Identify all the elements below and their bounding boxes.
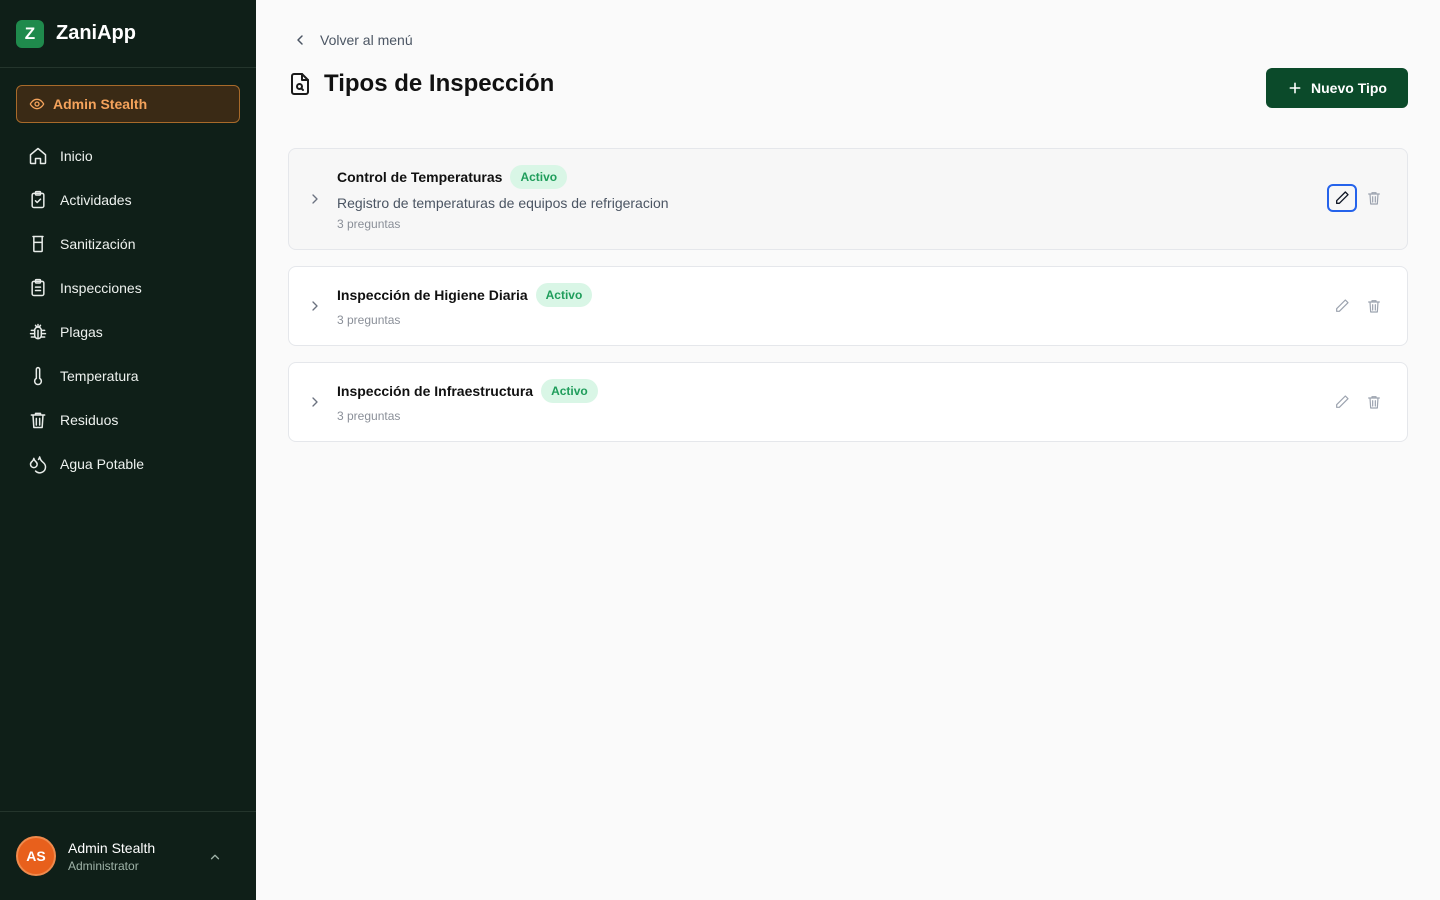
brand[interactable]: Z ZaniApp xyxy=(0,0,256,68)
chevron-right-icon[interactable] xyxy=(307,191,323,207)
sidebar-item-inspecciones[interactable]: Inspecciones xyxy=(16,266,240,310)
chevron-right-icon[interactable] xyxy=(307,298,323,314)
sidebar-item-label: Actividades xyxy=(60,192,132,208)
edit-button[interactable] xyxy=(1327,388,1357,416)
file-search-icon xyxy=(291,73,309,95)
plus-icon xyxy=(1289,82,1301,94)
pencil-icon xyxy=(1336,395,1349,408)
edit-button[interactable] xyxy=(1327,292,1357,320)
pencil-icon xyxy=(1336,299,1349,312)
home-icon xyxy=(29,147,47,165)
sidebar-item-label: Plagas xyxy=(60,324,103,340)
list-item[interactable]: Control de Temperaturas Activo Registro … xyxy=(288,148,1408,250)
droplets-icon xyxy=(29,456,47,474)
user-menu[interactable]: AS Admin Stealth Administrator xyxy=(0,811,256,900)
avatar: AS xyxy=(16,836,56,876)
app-name: ZaniApp xyxy=(56,22,136,44)
sidebar-item-sanitizacion[interactable]: Sanitización xyxy=(16,222,240,266)
user-name: Admin Stealth xyxy=(68,839,156,856)
sidebar-item-plagas[interactable]: Plagas xyxy=(16,310,240,354)
sidebar-item-label: Inicio xyxy=(60,148,93,164)
clipboard-list-icon xyxy=(31,278,45,297)
question-count: 3 preguntas xyxy=(337,313,401,327)
trash-icon xyxy=(1368,300,1380,313)
edit-button[interactable] xyxy=(1327,184,1357,212)
trash-icon xyxy=(30,412,46,429)
page-title: Tipos de Inspección xyxy=(324,70,555,97)
trash-icon xyxy=(1368,396,1380,409)
new-type-label: Nuevo Tipo xyxy=(1311,80,1387,96)
admin-stealth-label: Admin Stealth xyxy=(53,96,148,112)
sidebar-item-inicio[interactable]: Inicio xyxy=(16,134,240,178)
chevron-left-icon xyxy=(297,35,303,45)
app-logo: Z xyxy=(16,19,44,48)
type-title: Inspección de Higiene Diaria xyxy=(337,287,528,303)
list-item[interactable]: Inspección de Infraestructura Activo 3 p… xyxy=(288,362,1408,442)
chevron-right-icon[interactable] xyxy=(307,394,323,410)
main-content: Volver al menú Tipos de Inspección Nuevo… xyxy=(256,0,1440,900)
type-title: Inspección de Infraestructura xyxy=(337,383,534,399)
sidebar-item-actividades[interactable]: Actividades xyxy=(16,178,240,222)
sidebar: Z ZaniApp Admin Stealth Inicio Actividad… xyxy=(0,0,256,900)
sidebar-item-label: Residuos xyxy=(60,412,119,428)
admin-stealth-button[interactable]: Admin Stealth xyxy=(16,85,240,123)
thermometer-icon xyxy=(33,366,43,386)
bug-icon xyxy=(29,323,47,340)
status-badge: Activo xyxy=(541,379,598,403)
question-count: 3 preguntas xyxy=(337,409,401,423)
sidebar-item-label: Sanitización xyxy=(60,236,136,252)
user-role: Administrator xyxy=(68,858,139,873)
sidebar-item-label: Inspecciones xyxy=(60,280,142,296)
new-type-button[interactable]: Nuevo Tipo xyxy=(1266,68,1408,108)
type-title: Control de Temperaturas xyxy=(337,169,503,185)
question-count: 3 preguntas xyxy=(337,217,401,231)
back-to-menu-link[interactable]: Volver al menú xyxy=(292,32,413,48)
glass-icon xyxy=(32,235,44,253)
clipboard-check-icon xyxy=(31,190,45,209)
sidebar-item-agua-potable[interactable]: Agua Potable xyxy=(16,442,240,486)
page-header: Tipos de Inspección xyxy=(288,70,554,98)
chevron-up-icon xyxy=(210,854,220,860)
list-item[interactable]: Inspección de Higiene Diaria Activo 3 pr… xyxy=(288,266,1408,346)
sidebar-item-label: Agua Potable xyxy=(60,456,145,472)
status-badge: Activo xyxy=(535,283,593,307)
type-description: Registro de temperaturas de equipos de r… xyxy=(337,195,669,211)
delete-button[interactable] xyxy=(1359,292,1389,320)
pencil-icon xyxy=(1336,191,1349,204)
sidebar-item-residuos[interactable]: Residuos xyxy=(16,398,240,442)
trash-icon xyxy=(1368,192,1380,205)
sidebar-item-label: Temperatura xyxy=(60,368,139,384)
sidebar-item-temperatura[interactable]: Temperatura xyxy=(16,354,240,398)
delete-button[interactable] xyxy=(1359,184,1389,212)
eye-icon xyxy=(29,98,45,110)
delete-button[interactable] xyxy=(1359,388,1389,416)
sidebar-nav: Inicio Actividades Sanitización Inspecci… xyxy=(16,134,240,486)
back-label: Volver al menú xyxy=(320,32,413,48)
status-badge: Activo xyxy=(510,165,568,189)
